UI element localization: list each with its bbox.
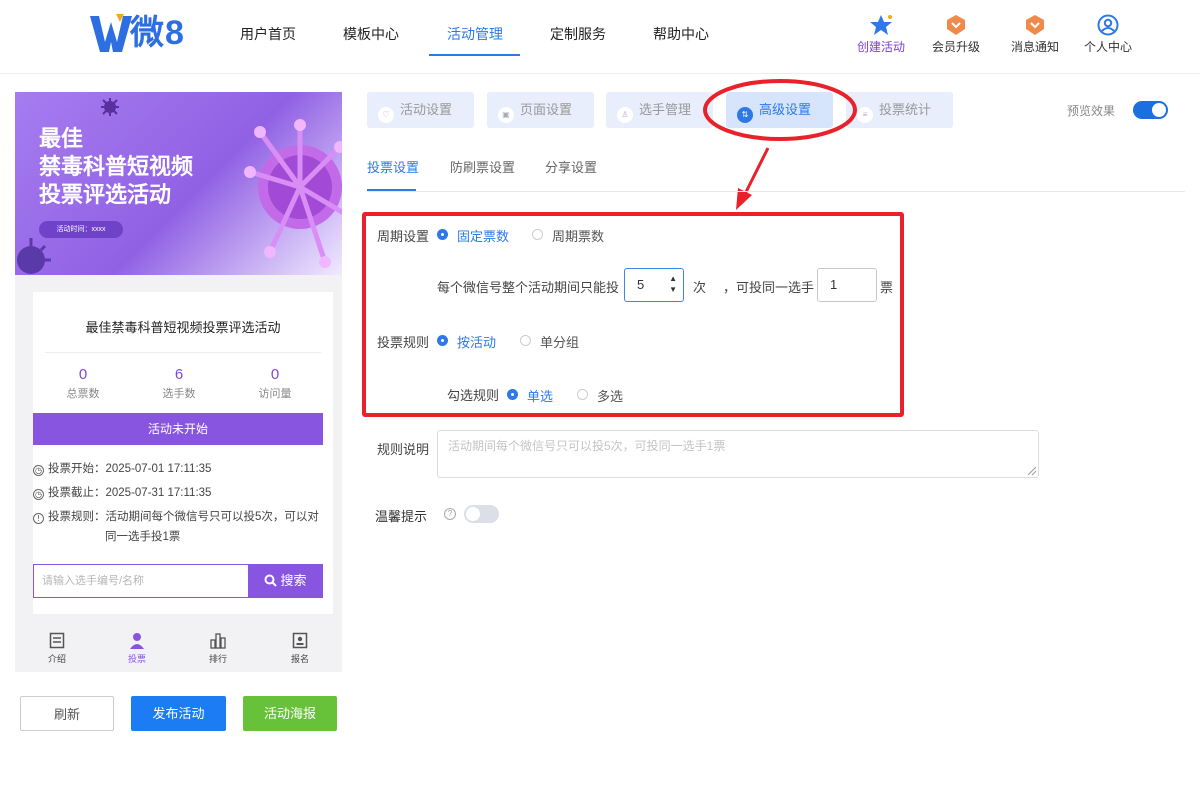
clock-icon: ◷ <box>33 465 44 476</box>
preview-toggle-label: 预览效果 <box>1067 104 1116 118</box>
page: 微8 用户首页 模板中心 活动管理 定制服务 帮助中心 创建活动 会员升级 消息… <box>0 0 1200 787</box>
tab-label: 活动设置 <box>400 102 453 117</box>
nav-home[interactable]: 用户首页 <box>240 24 296 44</box>
activity-title: 最佳禁毒科普短视频投票评选活动 <box>85 320 281 335</box>
activity-status-bar: 活动未开始 <box>33 413 323 445</box>
tabbar-intro-label: 介绍 <box>47 654 66 664</box>
stat-label: 访问量 <box>258 388 292 400</box>
stat-value: 0 <box>78 366 88 383</box>
tab-label: 页面设置 <box>520 102 573 117</box>
subtab-share-settings[interactable]: 分享设置 <box>545 157 597 176</box>
tabbar-vote-label: 投票 <box>127 654 146 664</box>
tab-player-management[interactable]: ♙ 选手管理 <box>606 92 713 128</box>
notifications-button[interactable]: 消息通知 <box>1000 14 1070 55</box>
stat-label: 总票数 <box>66 388 100 400</box>
clock-icon: ◷ <box>33 489 44 500</box>
virus-illustration-icon <box>244 119 342 268</box>
tabbar-ranking-label: 排行 <box>208 654 227 664</box>
nav-templates[interactable]: 模板中心 <box>343 24 399 44</box>
stat-visits: 0 访问量 <box>225 366 325 401</box>
rule-description-textarea[interactable]: 活动期间每个微信号只可以投5次，可投同一选手1票 <box>437 430 1039 478</box>
vote-rule-info: ! 投票规则：活动期间每个微信号只可以投5次，可以对 <box>33 507 319 527</box>
stat-total-votes: 0 总票数 <box>33 366 133 401</box>
subtab-divider <box>367 191 1185 192</box>
subtab-vote-settings[interactable]: 投票设置 <box>367 157 419 176</box>
notifications-label: 消息通知 <box>1010 40 1059 54</box>
search-button[interactable]: 搜索 <box>248 565 323 597</box>
image-icon: ▣ <box>498 107 514 123</box>
highlight-annotation <box>703 79 857 210</box>
vote-rule-info-line2: 同一选手投1票 <box>105 531 181 543</box>
user-center-button[interactable]: 个人中心 <box>1073 14 1143 55</box>
player-search: 搜索 <box>33 564 323 598</box>
nav-custom-service[interactable]: 定制服务 <box>550 24 606 44</box>
small-virus-icon <box>101 98 119 116</box>
card-divider <box>45 352 321 353</box>
nav-help[interactable]: 帮助中心 <box>653 24 709 44</box>
tab-label: 选手管理 <box>639 102 692 117</box>
id-card-icon <box>292 632 308 649</box>
tab-label: 投票统计 <box>879 102 932 117</box>
user-icon <box>1097 14 1119 36</box>
vip-upgrade-button[interactable]: 会员升级 <box>921 14 991 55</box>
bell-icon <box>1026 15 1044 35</box>
tabbar-ranking[interactable]: 排行 <box>193 632 243 665</box>
heart-icon: ♡ <box>378 107 394 123</box>
top-navbar: 微8 用户首页 模板中心 活动管理 定制服务 帮助中心 创建活动 会员升级 消息… <box>0 0 1200 74</box>
vote-end-info: ◷ 投票截止：2025-07-31 17:11:35 <box>33 483 211 503</box>
banner-line-2: 禁毒科普短视频 <box>39 154 194 179</box>
person-icon: ♙ <box>617 107 633 123</box>
user-center-label: 个人中心 <box>1083 40 1132 54</box>
vote-end-text: 投票截止：2025-07-31 17:11:35 <box>48 487 212 499</box>
banner-time: 活动时间：xxxx <box>39 221 123 238</box>
create-activity-label: 创建活动 <box>856 40 905 54</box>
refresh-button[interactable]: 刷新 <box>20 696 114 731</box>
banner-line-3: 投票评选活动 <box>39 182 172 207</box>
tab-page-settings[interactable]: ▣ 页面设置 <box>487 92 594 128</box>
banner-line-1: 最佳 <box>39 126 84 151</box>
nav-activity-management[interactable]: 活动管理 <box>447 24 503 44</box>
tabbar-vote[interactable]: 投票 <box>112 632 162 665</box>
stat-value: 6 <box>174 366 184 383</box>
logo-icon <box>90 14 132 52</box>
nav-active-indicator <box>429 54 520 56</box>
tab-activity-settings[interactable]: ♡ 活动设置 <box>367 92 474 128</box>
mobile-preview: 最佳 禁毒科普短视频 投票评选活动 活动时间：xxxx 最佳禁毒科普短视频投票评… <box>15 92 342 672</box>
logo-text: 微8 <box>130 14 185 52</box>
tip-toggle[interactable] <box>464 505 499 523</box>
star-icon <box>870 15 892 35</box>
corner-virus-icon <box>17 238 51 274</box>
document-icon <box>49 632 65 649</box>
activity-card: 最佳禁毒科普短视频投票评选活动 0 总票数 6 选手数 0 访问量 活动未开始 … <box>33 292 333 614</box>
vote-rule-text: 投票规则：活动期间每个微信号只可以投5次，可以对 <box>48 511 319 523</box>
stat-label: 选手数 <box>162 388 196 400</box>
rule-description-label: 规则说明 <box>377 442 430 457</box>
player-search-input[interactable] <box>34 565 248 597</box>
publish-activity-button[interactable]: 发布活动 <box>131 696 226 731</box>
bar-chart-icon <box>210 633 226 649</box>
stat-value: 0 <box>270 366 280 383</box>
vip-upgrade-label: 会员升级 <box>931 40 980 54</box>
tip-label: 温馨提示 <box>375 509 428 524</box>
highlight-box <box>362 212 904 417</box>
activity-banner: 最佳 禁毒科普短视频 投票评选活动 活动时间：xxxx <box>15 92 342 275</box>
search-icon <box>264 574 278 587</box>
stat-players: 6 选手数 <box>129 366 229 401</box>
create-activity-button[interactable]: 创建活动 <box>846 14 916 55</box>
vote-start-text: 投票开始：2025-07-01 17:11:35 <box>48 463 212 475</box>
resize-handle-icon[interactable] <box>1027 466 1037 476</box>
tabbar-signup[interactable]: 报名 <box>275 632 325 665</box>
activity-poster-button[interactable]: 活动海报 <box>243 696 337 731</box>
search-button-label: 搜索 <box>280 573 307 588</box>
tabbar-signup-label: 报名 <box>290 654 309 664</box>
subtab-anti-fraud[interactable]: 防刷票设置 <box>450 157 515 176</box>
tabbar-intro[interactable]: 介绍 <box>32 632 82 665</box>
vote-start-info: ◷ 投票开始：2025-07-01 17:11:35 <box>33 459 211 479</box>
vip-badge-icon <box>947 15 965 35</box>
help-icon[interactable]: ? <box>444 508 456 520</box>
preview-toggle[interactable] <box>1133 101 1168 119</box>
person-icon <box>130 633 144 649</box>
info-icon: ! <box>33 513 44 524</box>
